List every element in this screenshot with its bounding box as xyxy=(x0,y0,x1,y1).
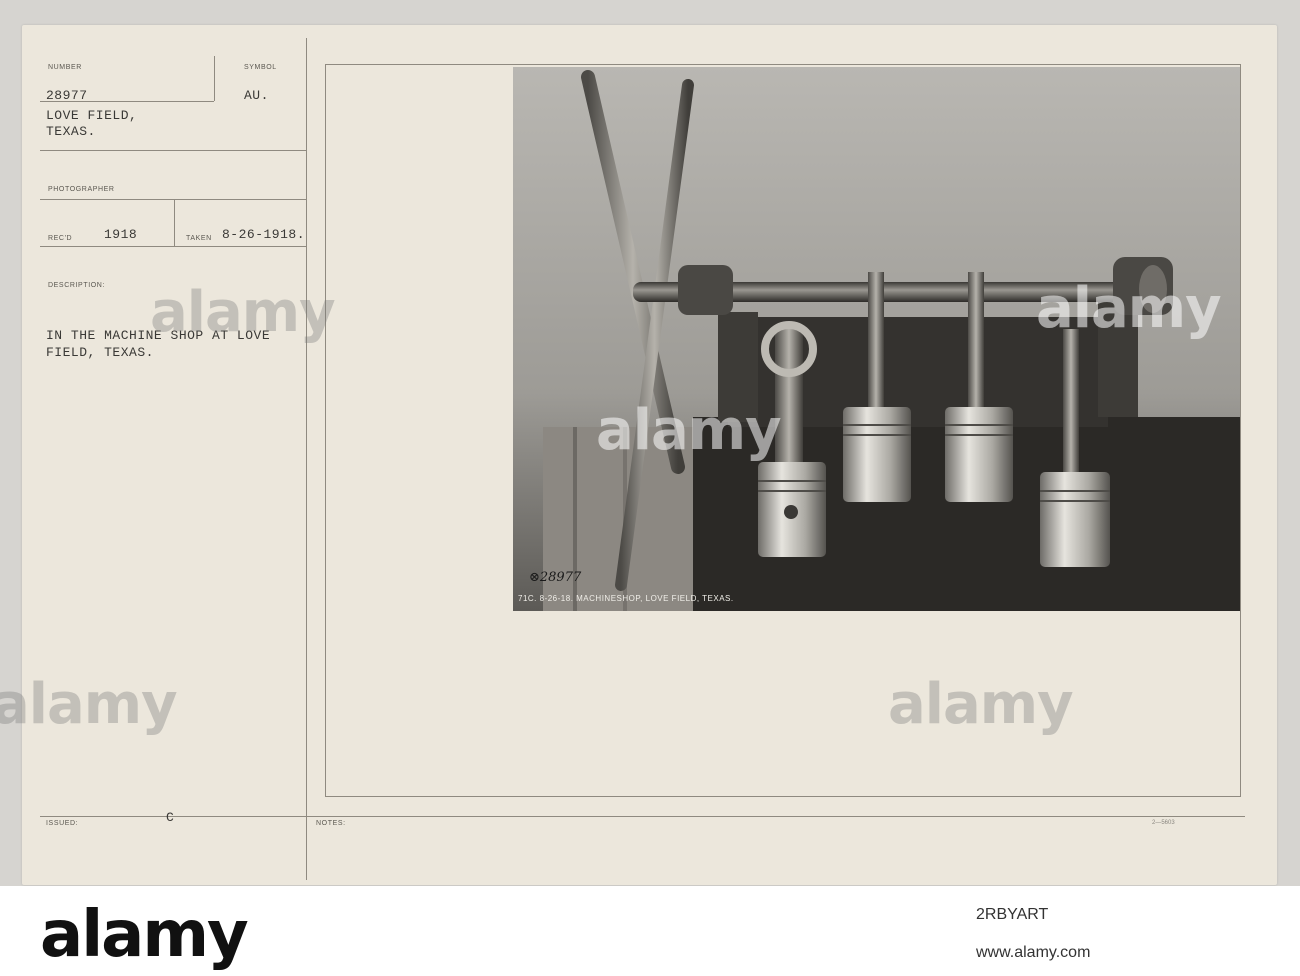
recd-label: REC'D xyxy=(48,235,73,242)
watermark-left-bottom: alamy xyxy=(0,672,178,737)
issued-mark: C xyxy=(166,810,175,825)
left-column-divider xyxy=(306,38,307,880)
watermark-right-bottom: alamy xyxy=(888,672,1074,737)
photo-caption: 71C. 8-26-18. MACHINESHOP, LOVE FIELD, T… xyxy=(518,594,734,603)
form-number: 2—5603 xyxy=(1152,820,1175,826)
brand-logo: alamy xyxy=(40,898,249,972)
number-label: NUMBER xyxy=(48,64,82,71)
negative-number: ⊗28977 xyxy=(529,570,582,585)
notes-label: NOTES: xyxy=(316,820,346,827)
site-url: www.alamy.com xyxy=(976,944,1091,961)
recd-year: 1918 xyxy=(104,227,138,242)
location-line-2: TEXAS. xyxy=(46,124,96,139)
watermark-photo-right: alamy xyxy=(1036,276,1222,341)
watermark-left-top: alamy xyxy=(150,280,336,345)
photographer-label: PHOTOGRAPHER xyxy=(48,186,115,193)
description-label: DESCRIPTION: xyxy=(48,282,105,289)
watermark-photo-center: alamy xyxy=(596,398,782,463)
image-id: 2RBYART xyxy=(976,906,1049,923)
number-symbol-divider xyxy=(214,56,215,101)
rule-after-photographer xyxy=(40,199,306,200)
record-symbol: AU. xyxy=(244,88,269,103)
rule-after-location xyxy=(40,150,306,151)
issued-label: ISSUED: xyxy=(46,820,79,827)
recd-taken-divider xyxy=(174,200,175,246)
rule-after-dates xyxy=(40,246,306,247)
location-line-1: LOVE FIELD, xyxy=(46,108,138,123)
rule-bottom-issued xyxy=(40,816,1245,817)
description-line-2: FIELD, TEXAS. xyxy=(46,345,154,360)
taken-label: TAKEN xyxy=(186,235,212,242)
record-number: 28977 xyxy=(46,88,88,103)
taken-date: 8-26-1918. xyxy=(222,227,306,242)
symbol-label: SYMBOL xyxy=(244,64,277,71)
